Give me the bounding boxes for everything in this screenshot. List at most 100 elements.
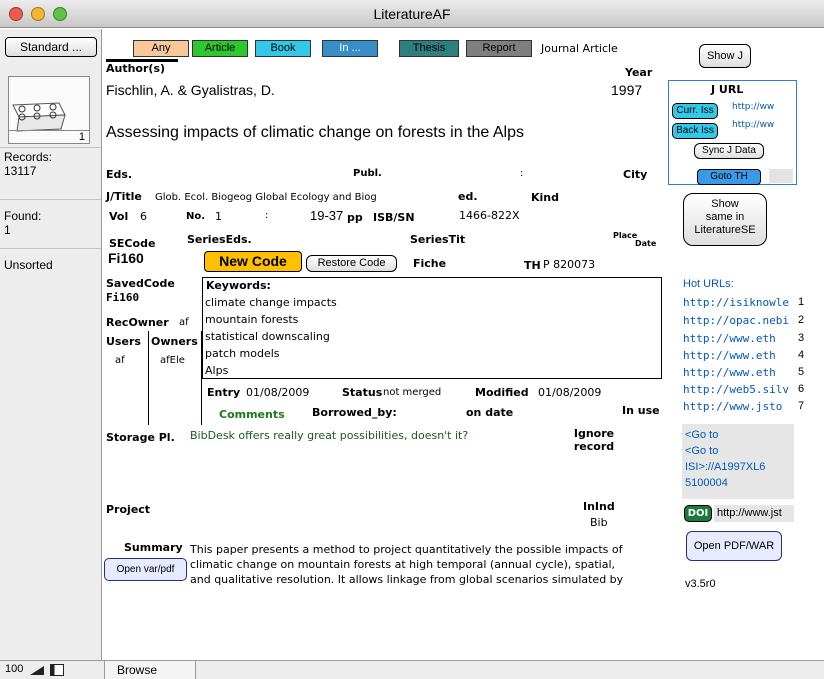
hot-url-number: 4	[798, 349, 805, 361]
hot-url-number: 7	[798, 400, 805, 412]
ignore-record-label: Ignore record	[573, 427, 615, 453]
publ-colon: :	[520, 168, 524, 179]
type-button-book[interactable]: Book	[255, 40, 311, 57]
show-journal-button[interactable]: Show J	[699, 44, 751, 68]
type-button-thesis[interactable]: Thesis	[399, 40, 459, 57]
goto-link[interactable]: <Go to	[685, 429, 718, 441]
on-date-label: on date	[466, 406, 514, 419]
keyword-item[interactable]: patch models	[205, 347, 280, 360]
owners-label: Owners	[151, 335, 198, 348]
hot-url-link[interactable]: http://www.eth	[683, 366, 776, 379]
window-title: LiteratureAF	[373, 6, 451, 22]
back-issues-button[interactable]: Back Iss	[672, 123, 718, 139]
users-field[interactable]: af	[115, 355, 125, 366]
toggle-status-area-icon[interactable]	[50, 664, 64, 676]
jtitle-field[interactable]: Glob. Ecol. Biogeog Global Ecology and B…	[155, 192, 377, 203]
show-same-in-literaturese-button[interactable]: Show same in LiteratureSE	[683, 193, 767, 246]
hot-urls-label: Hot URLs:	[683, 278, 734, 290]
rec-owner-label: RecOwner	[106, 316, 169, 329]
keywords-label: Keywords:	[206, 279, 271, 292]
keyword-item[interactable]: statistical downscaling	[205, 330, 330, 343]
keyword-item[interactable]: climate change impacts	[205, 296, 337, 309]
type-button-report[interactable]: Report	[466, 40, 532, 57]
jtitle-label: J/Title	[106, 190, 142, 203]
goto-isi-link[interactable]: <Go to	[685, 445, 718, 457]
book-navigator[interactable]: 1	[8, 76, 90, 144]
current-issue-button[interactable]: Curr. Iss	[672, 103, 718, 119]
project-label: Project	[106, 503, 151, 516]
new-code-button[interactable]: New Code	[204, 251, 302, 272]
secode-field[interactable]: Fi160	[108, 250, 144, 266]
th-field[interactable]: P 820073	[543, 258, 595, 271]
jurl-link-current[interactable]: http://ww	[732, 102, 774, 112]
eds-label: Eds.	[106, 168, 133, 181]
show-same-line: LiteratureSE	[694, 224, 756, 236]
pages-field[interactable]: 19-37	[310, 208, 343, 223]
vol-field[interactable]: 6	[140, 210, 147, 223]
goto-th-button[interactable]: Goto TH	[697, 169, 761, 185]
hot-url-link[interactable]: http://isiknowle	[683, 296, 789, 309]
storage-field[interactable]: BibDesk offers really great possibilitie…	[190, 429, 468, 442]
summary-line[interactable]: and qualitative resolution. It allows li…	[190, 573, 623, 586]
hot-url-link[interactable]: http://opac.nebi	[683, 314, 789, 327]
comments-label: Comments	[219, 408, 285, 421]
layout-select-button[interactable]: Standard ...	[5, 37, 97, 57]
found-label: Found:	[4, 209, 42, 223]
keywords-box[interactable]: Keywords: climate change impacts mountai…	[202, 277, 662, 379]
doi-url[interactable]: http://www.jst	[714, 505, 794, 522]
restore-code-button[interactable]: Restore Code	[306, 255, 397, 272]
hot-url-number: 3	[798, 332, 805, 344]
pages-label: pp	[347, 211, 363, 224]
hot-url-number: 5	[798, 366, 805, 378]
zoom-level[interactable]: 100	[5, 663, 23, 675]
jurl-link-back[interactable]: http://ww	[732, 120, 774, 130]
keyword-item[interactable]: Alps	[205, 364, 228, 377]
open-pdf-war-button[interactable]: Open PDF/WAR	[686, 531, 782, 561]
record-slider[interactable]: 1	[9, 130, 89, 143]
issue-field[interactable]: 1	[215, 210, 222, 223]
type-button-article[interactable]: Article	[192, 40, 248, 57]
type-button-any[interactable]: Any	[133, 40, 189, 57]
borrowed-by-label: Borrowed_by:	[312, 406, 397, 419]
owners-field[interactable]: afEle	[160, 355, 185, 366]
keyword-item[interactable]: mountain forests	[205, 313, 298, 326]
show-same-line: same in	[705, 211, 745, 223]
sync-journal-data-button[interactable]: Sync J Data	[694, 143, 764, 159]
isi-id-line[interactable]: 5100004	[685, 477, 728, 489]
bib-label: Bib	[590, 516, 608, 529]
hot-url-link[interactable]: http://www.eth	[683, 332, 776, 345]
saved-code-field[interactable]: Fi160	[106, 291, 139, 304]
in-use-label: In use	[622, 404, 660, 417]
rec-owner-field[interactable]: af	[179, 317, 189, 328]
issn-field[interactable]: 1466-822X	[459, 209, 520, 222]
summary-line[interactable]: climatic change on mountain forests at h…	[190, 558, 615, 571]
journal-url-panel: J URL Curr. Iss http://ww http://ww Back…	[668, 80, 797, 185]
found-count: 1	[4, 223, 11, 237]
vol-label: Vol	[109, 210, 129, 223]
summary-line[interactable]: This paper presents a method to project …	[190, 543, 623, 556]
th-label: TH	[524, 259, 541, 272]
hot-url-link[interactable]: http://www.eth	[683, 349, 776, 362]
type-button-in[interactable]: In ...	[322, 40, 378, 57]
isi-id-line[interactable]: ISI>://A1997XL6	[685, 461, 765, 473]
date-label: Date	[635, 239, 657, 248]
city-label: City	[623, 168, 648, 181]
hot-url-number: 6	[798, 383, 805, 395]
mode-label: Browse	[117, 663, 158, 677]
doi-button[interactable]: DOI	[684, 505, 712, 522]
status-label: Status	[342, 386, 383, 399]
title-field[interactable]: Assessing impacts of climatic change on …	[106, 124, 524, 142]
status-sidebar: Standard ... 1 Records: 13117 Found: 1 U…	[0, 29, 102, 660]
open-var-pdf-button[interactable]: Open var/pdf	[104, 558, 187, 581]
inind-label: InInd	[583, 500, 615, 513]
entry-label: Entry	[207, 386, 241, 399]
zoom-icon[interactable]	[29, 665, 45, 676]
status-field[interactable]: not merged	[383, 387, 441, 398]
author-field[interactable]: Fischlin, A. & Gyalistras, D.	[106, 82, 275, 98]
year-field[interactable]: 1997	[611, 82, 642, 98]
show-same-line: Show	[711, 198, 739, 210]
mode-indicator[interactable]: Browse	[104, 661, 196, 679]
modified-label: Modified	[475, 386, 529, 399]
hot-url-link[interactable]: http://web5.silv	[683, 383, 789, 396]
hot-url-link[interactable]: http://www.jsto	[683, 400, 782, 413]
